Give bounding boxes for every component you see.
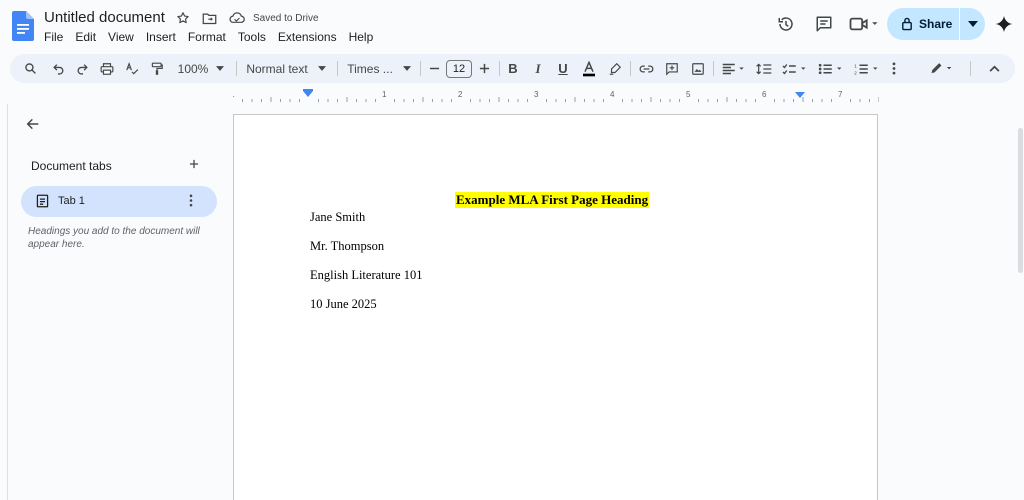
insert-link-icon[interactable] [638, 54, 654, 83]
line-spacing-icon[interactable] [755, 54, 773, 83]
search-menus-icon[interactable] [22, 54, 38, 83]
menu-tools[interactable]: Tools [238, 30, 271, 44]
caret-down-icon [403, 66, 411, 71]
ruler-label: 6 [762, 90, 767, 99]
outline-hint-text: Headings you add to the document will ap… [28, 225, 208, 251]
menu-edit[interactable]: Edit [75, 30, 101, 44]
docs-logo-icon[interactable] [12, 11, 34, 41]
italic-icon[interactable]: I [530, 54, 546, 83]
font-select[interactable]: Times ... [346, 54, 412, 83]
back-arrow-icon[interactable] [25, 116, 41, 137]
zoom-select[interactable]: 100% [175, 54, 227, 83]
share-button-group: Share [887, 8, 985, 40]
editing-mode-icon[interactable] [928, 54, 958, 83]
document-heading[interactable]: Example MLA First Page Heading [455, 192, 649, 208]
document-line-course[interactable]: English Literature 101 [310, 268, 422, 283]
highlight-color-icon[interactable] [607, 54, 623, 83]
increase-font-size-icon[interactable] [477, 54, 491, 83]
version-history-icon[interactable] [774, 12, 798, 36]
star-icon[interactable] [176, 11, 190, 25]
font-size-input[interactable]: 12 [445, 54, 473, 83]
collapse-menus-icon[interactable] [986, 54, 1002, 83]
ruler-label: 2 [458, 90, 463, 99]
zoom-value: 100% [178, 62, 209, 76]
add-tab-icon[interactable] [187, 157, 201, 176]
tab-more-options-icon[interactable] [189, 194, 193, 212]
header-actions: Share [734, 8, 1024, 40]
menu-help[interactable]: Help [349, 30, 379, 44]
share-label: Share [919, 17, 952, 31]
print-icon[interactable] [99, 54, 115, 83]
caret-down-icon [318, 66, 326, 71]
ruler-label: 1 [233, 90, 235, 99]
title-icons: Saved to Drive [176, 11, 319, 25]
lock-icon [901, 17, 913, 31]
horizontal-ruler[interactable]: 1 1 2 3 4 5 6 7 [233, 87, 879, 103]
redo-icon[interactable] [74, 54, 90, 83]
google-docs-window: Untitled document Saved to Drive File Ed… [0, 0, 1024, 500]
comments-icon[interactable] [812, 12, 836, 36]
undo-icon[interactable] [50, 54, 66, 83]
spellcheck-icon[interactable] [124, 54, 140, 83]
share-button[interactable]: Share [887, 8, 959, 40]
menu-insert[interactable]: Insert [146, 30, 181, 44]
caret-down-icon [968, 21, 978, 27]
ruler-label: 1 [382, 90, 387, 99]
tab-item-tab-1[interactable]: Tab 1 [21, 186, 217, 217]
header: Untitled document Saved to Drive File Ed… [0, 0, 1024, 52]
document-line-name[interactable]: Jane Smith [310, 210, 365, 225]
svg-text:1: 1 [854, 63, 857, 68]
document-line-instructor[interactable]: Mr. Thompson [310, 239, 384, 254]
add-comment-icon[interactable] [664, 54, 680, 83]
gemini-icon[interactable] [992, 12, 1016, 36]
menu-format[interactable]: Format [188, 30, 231, 44]
document-tab-icon [36, 194, 49, 213]
decrease-font-size-icon[interactable] [427, 54, 441, 83]
scrollbar-thumb[interactable] [1018, 128, 1023, 273]
document-title[interactable]: Untitled document [44, 9, 165, 26]
meet-icon[interactable] [846, 12, 882, 36]
toolbar: 100% Normal text Times ... 12 B I [10, 54, 1015, 83]
more-options-icon[interactable] [888, 54, 900, 83]
ruler-label: 4 [610, 90, 615, 99]
menu-extensions[interactable]: Extensions [278, 30, 342, 44]
underline-icon[interactable]: U [555, 54, 571, 83]
ruler-label: 5 [686, 90, 691, 99]
share-dropdown-button[interactable] [960, 8, 985, 40]
svg-text:2: 2 [854, 70, 857, 75]
first-line-indent-marker[interactable] [303, 89, 313, 91]
document-outline-panel: Document tabs Tab 1 Headings you add to … [0, 104, 233, 500]
checklist-icon[interactable] [780, 54, 810, 83]
numbered-list-icon[interactable]: 12 [852, 54, 882, 83]
document-line-date[interactable]: 10 June 2025 [310, 297, 377, 312]
menu-file[interactable]: File [44, 30, 68, 44]
ruler-label: 7 [838, 90, 843, 99]
insert-image-icon[interactable] [690, 54, 706, 83]
saved-status: Saved to Drive [253, 13, 319, 24]
font-size-value: 12 [446, 60, 472, 78]
menu-view[interactable]: View [108, 30, 139, 44]
text-color-icon[interactable] [580, 54, 598, 83]
align-left-icon[interactable] [720, 54, 748, 83]
bulleted-list-icon[interactable] [816, 54, 846, 83]
tab-label: Tab 1 [58, 195, 85, 207]
left-indent-marker[interactable] [303, 91, 313, 97]
ruler-label: 3 [534, 90, 539, 99]
menu-bar: File Edit View Insert Format Tools Exten… [44, 30, 385, 44]
cloud-done-icon[interactable] [229, 12, 245, 24]
move-folder-icon[interactable] [202, 12, 217, 25]
style-value: Normal text [246, 62, 307, 76]
caret-down-icon [216, 66, 224, 71]
font-value: Times ... [347, 62, 393, 76]
document-tabs-heading: Document tabs [31, 159, 112, 173]
style-select[interactable]: Normal text [243, 54, 329, 83]
paint-format-icon[interactable] [149, 54, 165, 83]
document-page[interactable]: Example MLA First Page Heading Jane Smit… [233, 114, 878, 500]
bold-icon[interactable]: B [505, 54, 521, 83]
